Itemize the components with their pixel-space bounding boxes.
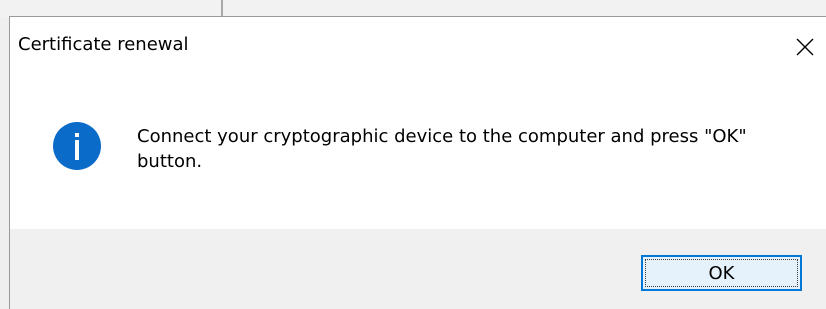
dialog-footer: OK [10,229,826,309]
ok-button[interactable]: OK [641,255,802,291]
dialog-message: Connect your cryptographic device to the… [137,126,747,172]
dialog-title: Certificate renewal [18,34,189,55]
ok-button-label: OK [708,262,735,284]
screen: Certificate renewal Connect your cryptog… [0,0,826,309]
dialog-titlebar[interactable]: Certificate renewal [10,17,826,74]
dialog-content: Connect your cryptographic device to the… [10,74,826,229]
close-button[interactable] [784,29,826,65]
info-icon [53,122,101,170]
close-icon [796,38,814,56]
certificate-renewal-dialog: Certificate renewal Connect your cryptog… [9,16,826,309]
